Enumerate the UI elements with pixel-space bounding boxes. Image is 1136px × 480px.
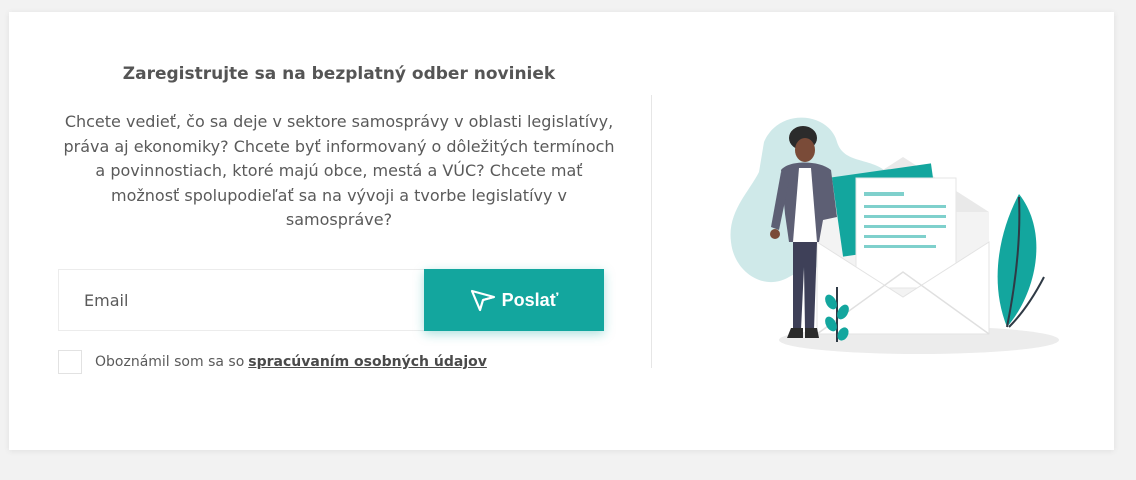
newsletter-description: Chcete vedieť, čo sa deje v sektore samo… bbox=[63, 112, 615, 229]
consent-row: Oboznámil som sa so spracúvaním osobných… bbox=[58, 350, 487, 374]
subscribe-form: Poslať bbox=[58, 269, 604, 331]
consent-checkbox[interactable] bbox=[58, 350, 82, 374]
newsletter-illustration bbox=[730, 117, 1059, 354]
send-button[interactable]: Poslať bbox=[424, 269, 604, 331]
newsletter-title: Zaregistrujte sa na bezplatný odber novi… bbox=[122, 64, 556, 84]
privacy-policy-link[interactable]: spracúvaním osobných údajov bbox=[248, 354, 487, 370]
email-field[interactable] bbox=[58, 269, 424, 331]
divider bbox=[651, 95, 652, 368]
send-icon bbox=[470, 289, 495, 312]
newsletter-card: Zaregistrujte sa na bezplatný odber novi… bbox=[9, 12, 1114, 450]
send-button-label: Poslať bbox=[501, 289, 559, 310]
consent-text: Oboznámil som sa so bbox=[95, 354, 245, 370]
